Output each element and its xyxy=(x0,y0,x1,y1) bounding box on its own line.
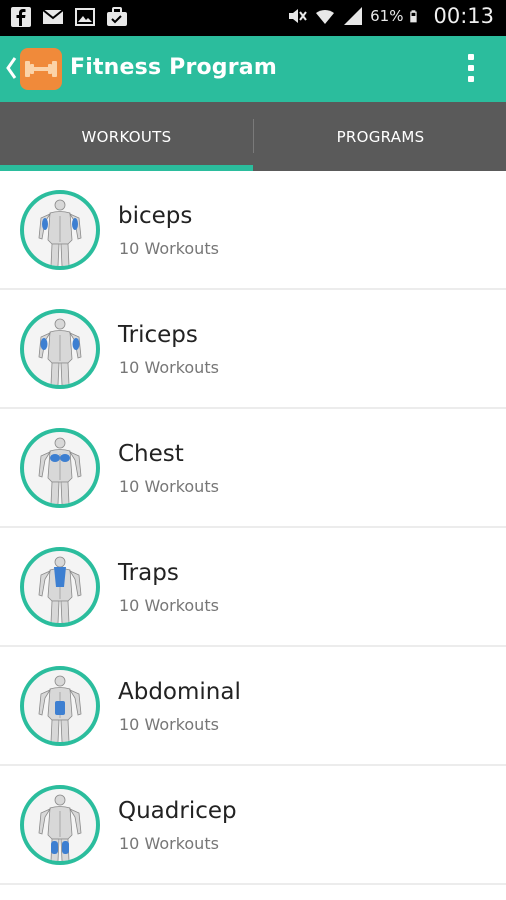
muscle-body-icon xyxy=(20,785,100,865)
app-title: Fitness Program xyxy=(70,55,277,80)
workout-count: 10 Workouts xyxy=(119,834,219,853)
workout-count: 10 Workouts xyxy=(119,239,219,258)
tab-programs[interactable]: PROGRAMS xyxy=(254,102,506,171)
back-chevron-icon[interactable] xyxy=(4,54,18,82)
list-item-triceps[interactable]: Triceps 10 Workouts xyxy=(0,290,506,409)
muscle-body-icon xyxy=(20,666,100,746)
workout-count: 10 Workouts xyxy=(119,715,219,734)
workout-count: 10 Workouts xyxy=(119,596,219,615)
workout-name: biceps xyxy=(118,203,193,229)
muscle-body-icon xyxy=(20,428,100,508)
image-icon xyxy=(75,8,95,26)
dumbbell-icon xyxy=(25,61,57,77)
briefcase-icon xyxy=(107,7,127,26)
list-item-biceps[interactable]: biceps 10 Workouts xyxy=(0,171,506,290)
muscle-body-icon xyxy=(20,309,100,389)
workout-name: Traps xyxy=(118,560,179,586)
system-icons: 61% 00:13 xyxy=(286,4,494,28)
list-item-quadricep[interactable]: Quadricep 10 Workouts xyxy=(0,766,506,885)
list-item-traps[interactable]: Traps 10 Workouts xyxy=(0,528,506,647)
workout-name: Triceps xyxy=(118,322,198,348)
mail-icon xyxy=(42,9,64,24)
battery-icon xyxy=(410,10,418,23)
wifi-icon xyxy=(316,10,335,24)
workout-count: 10 Workouts xyxy=(119,358,219,377)
muscle-body-icon xyxy=(20,547,100,627)
signal-icon xyxy=(344,7,363,25)
status-bar: 61% 00:13 xyxy=(0,0,506,36)
workout-list: biceps 10 Workouts Triceps 10 Workouts C… xyxy=(0,171,506,885)
list-item-chest[interactable]: Chest 10 Workouts xyxy=(0,409,506,528)
workout-name: Abdominal xyxy=(118,679,241,705)
action-bar: Fitness Program xyxy=(0,36,506,102)
muscle-body-icon xyxy=(20,190,100,270)
app-logo[interactable] xyxy=(20,48,62,90)
workout-count: 10 Workouts xyxy=(119,477,219,496)
facebook-icon xyxy=(11,7,31,27)
clock: 00:13 xyxy=(433,4,494,28)
list-item-abdominal[interactable]: Abdominal 10 Workouts xyxy=(0,647,506,766)
overflow-menu-icon[interactable] xyxy=(466,54,476,86)
notification-icons xyxy=(10,6,128,28)
workout-name: Quadricep xyxy=(118,798,237,824)
tab-workouts[interactable]: WORKOUTS xyxy=(0,102,253,171)
tab-bar: WORKOUTS PROGRAMS xyxy=(0,102,506,171)
battery-percent: 61% xyxy=(370,7,404,25)
mute-icon xyxy=(289,9,307,23)
workout-name: Chest xyxy=(118,441,184,467)
